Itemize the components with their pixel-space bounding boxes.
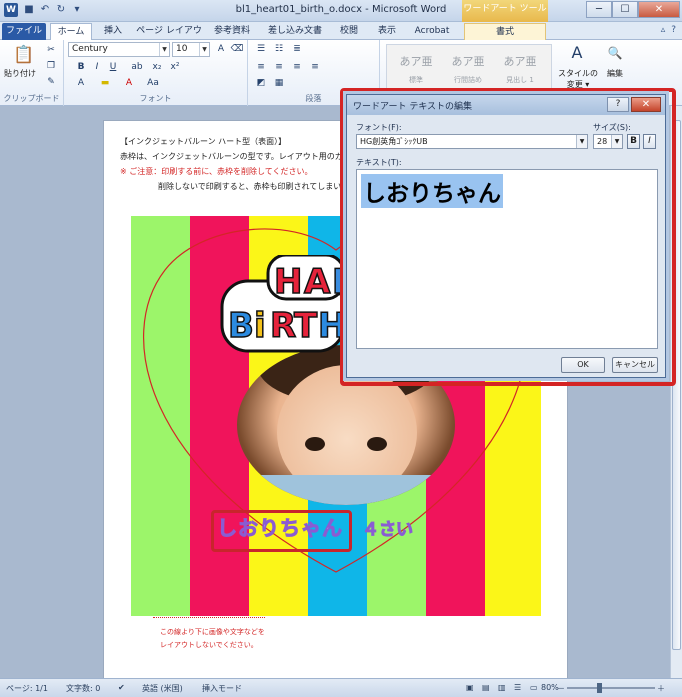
dialog-text-input[interactable]: しおりちゃん <box>356 169 658 349</box>
wordart-age-text[interactable]: ４さい <box>362 515 414 541</box>
birthday-letter: A <box>304 262 331 302</box>
dialog-ok-button[interactable]: OK <box>561 357 605 373</box>
dialog-title-bar[interactable]: ワードアート テキストの編集 ? ✕ <box>347 95 665 115</box>
size-label: サイズ(S): <box>593 123 631 132</box>
print-layout-icon[interactable]: ▣ <box>466 683 474 692</box>
zoom-slider-thumb[interactable] <box>597 683 602 693</box>
happy-birthday-logo[interactable]: H A P B i R T H <box>218 255 348 355</box>
dialog-title: ワードアート テキストの編集 <box>353 102 473 112</box>
birthday-letter: i <box>254 306 266 346</box>
page-count[interactable]: ページ: 1/1 <box>6 683 48 694</box>
spellcheck-icon[interactable]: ✔ <box>118 683 125 692</box>
birthday-letter: B <box>228 306 254 346</box>
draft-icon[interactable]: ▭ <box>530 683 538 692</box>
birthday-letter: H <box>274 262 302 302</box>
dialog-size-value: 28 <box>597 137 608 146</box>
chevron-down-icon: ▼ <box>576 135 587 148</box>
text-label: テキスト(T): <box>356 158 402 167</box>
chevron-down-icon: ▼ <box>611 135 622 148</box>
status-bar: ページ: 1/1 文字数: 0 ✔ 英語 (米国) 挿入モード ▣ ▤ ▥ ☰ … <box>0 678 682 697</box>
zoom-in-button[interactable]: ＋ <box>657 683 665 694</box>
dialog-bold-button[interactable]: B <box>627 134 640 149</box>
dialog-cancel-button[interactable]: キャンセル <box>612 357 658 373</box>
edit-wordart-dialog: ワードアート テキストの編集 ? ✕ フォント(F): HG創英角ｺﾞｼｯｸUB… <box>346 94 666 378</box>
dialog-close-button[interactable]: ✕ <box>631 97 661 112</box>
dialog-font-value: HG創英角ｺﾞｼｯｸUB <box>360 137 428 146</box>
wordart-selection-box <box>211 510 352 552</box>
shirt-shape <box>237 475 455 505</box>
language-indicator[interactable]: 英語 (米国) <box>142 683 183 694</box>
dialog-italic-button[interactable]: I <box>643 134 656 149</box>
birthday-letter: T <box>294 306 318 346</box>
insert-mode[interactable]: 挿入モード <box>202 683 242 694</box>
full-screen-icon[interactable]: ▤ <box>482 683 490 692</box>
dialog-font-select[interactable]: HG創英角ｺﾞｼｯｸUB ▼ <box>356 134 588 149</box>
dialog-size-select[interactable]: 28 ▼ <box>593 134 623 149</box>
zoom-out-button[interactable]: － <box>557 683 565 694</box>
layout-note: この線より下に画像や文字などを <box>160 628 265 636</box>
eye-shape <box>305 437 325 451</box>
dialog-help-button[interactable]: ? <box>607 97 629 112</box>
eye-shape <box>367 437 387 451</box>
outline-icon[interactable]: ☰ <box>514 683 521 692</box>
font-label: フォント(F): <box>356 123 402 132</box>
selected-text: しおりちゃん <box>361 174 503 208</box>
layout-note-2: レイアウトしないでください。 <box>160 641 258 649</box>
zoom-slider[interactable] <box>567 687 655 689</box>
cut-line <box>153 617 265 618</box>
web-layout-icon[interactable]: ▥ <box>498 683 506 692</box>
word-count[interactable]: 文字数: 0 <box>66 683 100 694</box>
birthday-letter: R <box>270 306 296 346</box>
